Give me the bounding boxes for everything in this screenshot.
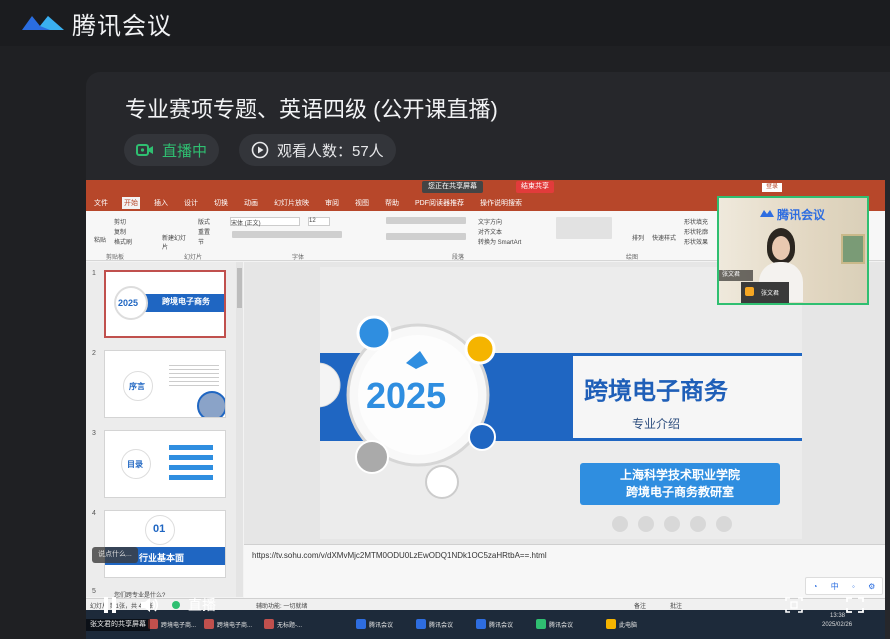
app-header: 腾讯会议	[0, 0, 890, 46]
player-controls-left: 直播	[102, 595, 216, 615]
group-paragraph: 段落	[452, 255, 465, 261]
tab-design[interactable]: 设计	[182, 197, 200, 209]
font-size-select[interactable]: 12	[308, 217, 330, 226]
self-view-tile[interactable]: 张文君	[741, 282, 789, 303]
thumbnail-scrollbar[interactable]	[236, 262, 243, 597]
convert-smartart-button[interactable]: 转换为 SmartArt	[478, 237, 521, 246]
thumb-title: 跨境电子商务	[162, 297, 210, 306]
school-box: 上海科学技术职业学院 跨境电子商务教研室	[580, 463, 780, 505]
live-camera-icon	[136, 144, 153, 156]
slide-thumbnail-2[interactable]: 序言	[104, 350, 226, 418]
tab-help[interactable]: 帮助	[383, 197, 401, 209]
shape-outline-button[interactable]: 形状轮廓	[684, 227, 708, 236]
chat-hint[interactable]: 说点什么...	[92, 547, 138, 563]
webcam-name-tag: 张文君	[719, 270, 753, 281]
tab-view[interactable]: 视图	[353, 197, 371, 209]
user-avatar-icon	[745, 287, 754, 296]
slide-year: 2025	[366, 375, 447, 416]
shape-effects-button[interactable]: 形状效果	[684, 237, 708, 246]
thumb-title: 序言	[129, 382, 145, 391]
thumb-year: 2025	[118, 298, 139, 308]
viewer-count-label: 观看人数：57人	[277, 142, 384, 160]
presenter-webcam[interactable]: 腾讯会议 张文君 张文君	[717, 196, 869, 305]
cut-button[interactable]: 剪切	[114, 217, 126, 226]
group-drawing: 绘图	[626, 255, 639, 261]
thumb-number: 4	[92, 510, 96, 517]
layout-button[interactable]: 版式	[198, 217, 210, 226]
tab-home[interactable]: 开始	[122, 197, 140, 209]
thumb-title: 目录	[127, 460, 143, 469]
slide-thumbnail-4[interactable]: 01 行业基本面	[104, 510, 226, 578]
thumb-number: 1	[92, 270, 96, 277]
tab-transitions[interactable]: 切换	[212, 197, 230, 209]
webcam-logo-text: 腾讯会议	[777, 208, 826, 222]
screen-share-video[interactable]: 您正在共享屏幕 结束共享 登录 文件 开始 插入 设计 切换 动画 幻灯片放映 …	[86, 180, 885, 639]
meeting-title: 专业赛项专题、英语四级 (公开课直播)	[125, 97, 498, 122]
section-button[interactable]: 节	[198, 237, 204, 246]
group-slides: 幻灯片	[184, 255, 203, 261]
align-text-button[interactable]: 对齐文本	[478, 227, 502, 236]
live-label: 直播	[188, 597, 216, 613]
tab-tell-me[interactable]: 操作说明搜索	[478, 197, 524, 209]
thumb-number: 2	[92, 350, 96, 357]
tab-file[interactable]: 文件	[92, 197, 110, 209]
share-owner-badge: 张文君的共享屏幕	[86, 619, 150, 631]
slide-thumbnail-3[interactable]: 目录	[104, 430, 226, 498]
picture-in-picture-icon[interactable]	[785, 597, 803, 613]
text-direction-button[interactable]: 文字方向	[478, 217, 502, 226]
department-name: 跨境电子商务教研室	[625, 485, 734, 499]
live-status-badge: 直播中	[124, 134, 220, 166]
quick-styles-button[interactable]: 快速样式	[652, 233, 676, 242]
copy-button[interactable]: 复制	[114, 227, 126, 236]
ppt-title-bar: 您正在共享屏幕 结束共享 登录	[86, 180, 885, 195]
tab-review[interactable]: 审阅	[323, 197, 341, 209]
live-status-label: 直播中	[162, 142, 208, 160]
fullscreen-icon[interactable]	[846, 597, 864, 613]
player-controls: 直播	[86, 587, 885, 639]
notes-url-text: https://tv.sohu.com/v/dXMvMjc2MTM0ODU0Lz…	[252, 551, 547, 560]
tab-slideshow[interactable]: 幻灯片放映	[272, 197, 311, 209]
arrange-button[interactable]: 排列	[632, 233, 644, 242]
stop-share-button[interactable]: 结束共享	[516, 181, 554, 193]
new-slide-button[interactable]: 新建幻灯片	[162, 233, 186, 251]
reset-button[interactable]: 重置	[198, 227, 210, 236]
pause-icon[interactable]	[102, 596, 118, 614]
app-brand-name: 腾讯会议	[72, 12, 172, 40]
tab-animations[interactable]: 动画	[242, 197, 260, 209]
tab-pdf-reader[interactable]: PDF阅读器推荐	[413, 197, 466, 209]
group-clipboard: 剪贴板	[106, 255, 125, 261]
slide-subtitle: 专业介绍	[631, 417, 680, 431]
current-slide: 2025 跨境电子商务 专业介绍 上海科学技术职业学院 跨境电子商务教研室	[320, 267, 802, 539]
paste-button[interactable]: 粘贴	[94, 235, 106, 244]
viewer-count-badge: 观看人数：57人	[239, 134, 396, 166]
group-font: 字体	[292, 255, 305, 261]
slide-thumbnail-1[interactable]: 2025 跨境电子商务	[104, 270, 226, 338]
tencent-meeting-logo-icon	[22, 16, 64, 30]
play-circle-icon	[251, 141, 269, 159]
thumb-number: 3	[92, 430, 96, 437]
school-name: 上海科学技术职业学院	[619, 468, 740, 482]
sharing-indicator: 您正在共享屏幕	[422, 181, 483, 193]
format-painter-button[interactable]: 格式刷	[114, 237, 132, 246]
shape-fill-button[interactable]: 形状填充	[684, 217, 708, 226]
slide-title: 跨境电子商务	[584, 378, 728, 405]
self-name: 张文君	[761, 291, 780, 297]
thumb-badge: 01	[153, 523, 166, 535]
volume-icon[interactable]	[140, 596, 160, 614]
tab-insert[interactable]: 插入	[152, 197, 170, 209]
thumb-title: 行业基本面	[139, 553, 185, 563]
live-dot-icon	[172, 601, 180, 609]
font-name-select[interactable]: 宋体 (正文)	[230, 217, 300, 227]
webcam-logo-icon	[760, 210, 774, 217]
ppt-login-button[interactable]: 登录	[762, 183, 783, 192]
